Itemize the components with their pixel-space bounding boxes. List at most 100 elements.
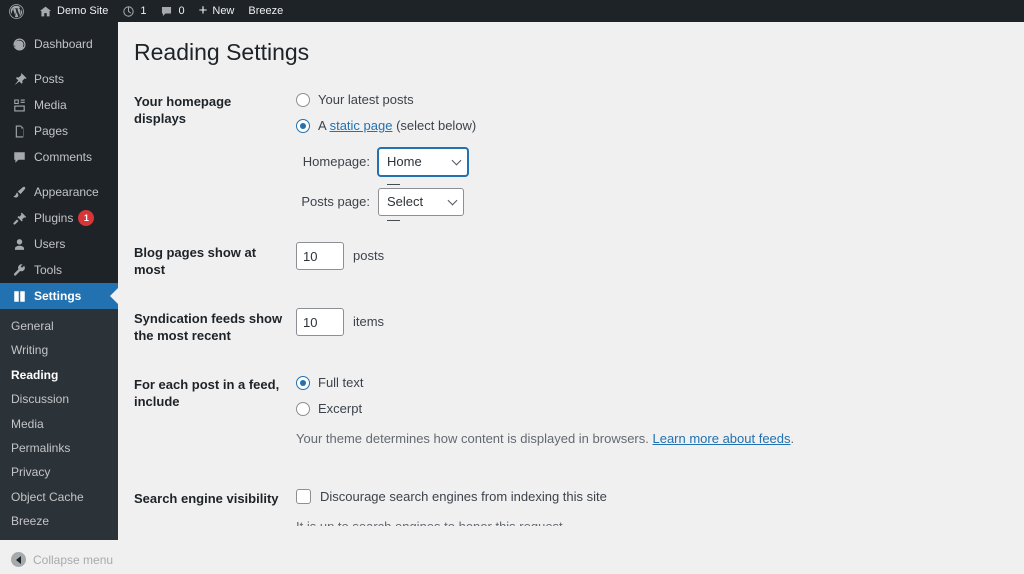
homepage-display-row: Your homepage displays Your latest posts… [134, 78, 994, 229]
homepage-select-row: Homepage: Home [300, 148, 984, 177]
sidebar-item-comments[interactable]: Comments [0, 144, 118, 170]
dashboard-icon [11, 36, 28, 53]
main-content: Reading Settings Your homepage displays … [118, 22, 1024, 526]
radio-full-text-control[interactable] [296, 376, 310, 391]
radio-excerpt-control[interactable] [296, 402, 310, 417]
submenu-item-media[interactable]: Media [0, 412, 118, 436]
radio-latest-posts-control[interactable] [296, 93, 310, 108]
radio-static-page-control[interactable] [296, 119, 310, 134]
paintbrush-icon [11, 184, 28, 201]
admin-bar-breeze[interactable]: Breeze [241, 0, 290, 22]
blog-pages-field: posts [296, 229, 994, 295]
sidebar-item-settings[interactable]: Settings [0, 283, 118, 309]
sidebar-item-plugins[interactable]: Plugins 1 [0, 205, 118, 231]
syndication-field: items [296, 295, 994, 361]
blog-pages-label: Blog pages show at most [134, 245, 257, 278]
search-visibility-label: Search engine visibility [134, 490, 279, 506]
search-visibility-row: Search engine visibility Discourage sear… [134, 475, 994, 526]
blog-pages-suffix: posts [353, 248, 385, 264]
posts-page-select-value: — Select — [387, 176, 424, 228]
discourage-search-engines-row[interactable]: Discourage search engines from indexing … [296, 488, 984, 506]
posts-page-select[interactable]: — Select — [378, 176, 464, 227]
sidebar-item-label: Tools [34, 263, 63, 277]
feed-description-end: . [790, 431, 795, 447]
homepage-select-label: Homepage: [302, 154, 370, 170]
menu-separator-1 [0, 57, 118, 66]
static-page-selectors: Homepage: Home Posts page: — Select — [296, 148, 984, 227]
submenu-item-discussion[interactable]: Discussion [0, 387, 118, 411]
pin-icon [11, 71, 28, 88]
blog-pages-input[interactable] [296, 242, 344, 271]
submenu-item-permalinks[interactable]: Permalinks [0, 436, 118, 460]
homepage-display-label: Your homepage displays [134, 94, 232, 126]
radio-full-text[interactable]: Full text [296, 374, 984, 392]
syndication-input[interactable] [296, 308, 344, 337]
admin-bar-comments[interactable]: 0 [153, 0, 191, 22]
sidebar-item-appearance[interactable]: Appearance [0, 179, 118, 205]
feed-content-label: For each post in a feed, include [134, 376, 280, 409]
syndication-row: Syndication feeds show the most recent i… [134, 295, 994, 361]
feed-content-field: Full text Excerpt Your theme determines … [296, 361, 994, 475]
sidebar-item-label: Appearance [34, 185, 99, 199]
settings-sliders-icon [11, 288, 28, 305]
sidebar-item-tools[interactable]: Tools [0, 257, 118, 283]
submenu-item-privacy[interactable]: Privacy [0, 460, 118, 484]
reading-settings-form: Your homepage displays Your latest posts… [134, 78, 994, 526]
radio-full-text-label[interactable]: Full text [318, 374, 364, 392]
feed-description-text: Your theme determines how content is dis… [296, 431, 653, 447]
wordpress-logo-icon [9, 3, 24, 19]
submenu-item-reading[interactable]: Reading [0, 363, 118, 387]
collapse-menu-label: Collapse menu [33, 552, 114, 567]
static-page-prefix: A [318, 118, 330, 134]
radio-excerpt[interactable]: Excerpt [296, 400, 984, 418]
updates-icon [122, 5, 135, 18]
sidebar-item-label: Comments [34, 150, 93, 164]
sidebar-item-posts[interactable]: Posts [0, 66, 118, 92]
syndication-label: Syndication feeds show the most recent [134, 311, 283, 344]
discourage-search-engines-checkbox[interactable] [296, 488, 311, 504]
sidebar-item-pages[interactable]: Pages [0, 118, 118, 144]
homepage-select[interactable]: Home [378, 148, 468, 177]
admin-bar-comments-count: 0 [178, 5, 185, 17]
homepage-select-value: Home [387, 154, 422, 170]
admin-bar-site-name[interactable]: Demo Site [32, 0, 115, 22]
collapse-menu-button[interactable]: Collapse menu [0, 546, 118, 574]
blog-pages-row: Blog pages show at most posts [134, 229, 994, 295]
admin-bar-new-label: New [212, 5, 235, 17]
sidebar-item-label: Pages [34, 124, 69, 138]
submenu-item-object-cache[interactable]: Object Cache [0, 485, 118, 509]
static-page-suffix: (select below) [392, 118, 477, 134]
sidebar-item-media[interactable]: Media [0, 92, 118, 118]
menu-separator-2 [0, 170, 118, 179]
sidebar-item-dashboard[interactable]: Dashboard [0, 31, 118, 57]
search-visibility-field: Discourage search engines from indexing … [296, 475, 994, 526]
reading-settings-table: Your homepage displays Your latest posts… [134, 78, 994, 526]
static-page-link[interactable]: static page [330, 118, 393, 133]
radio-latest-posts[interactable]: Your latest posts [296, 91, 984, 109]
radio-excerpt-label[interactable]: Excerpt [318, 400, 362, 418]
admin-bar-updates[interactable]: 1 [115, 0, 153, 22]
admin-sidebar: Dashboard Posts Media Pages Comments App… [0, 22, 118, 568]
page-title: Reading Settings [134, 39, 310, 65]
submenu-item-breeze[interactable]: Breeze [0, 509, 118, 533]
comment-icon [11, 149, 28, 166]
radio-static-page[interactable]: A static page (select below) [296, 117, 984, 135]
feed-content-row: For each post in a feed, include Full te… [134, 361, 994, 475]
sidebar-item-label: Settings [34, 289, 82, 303]
radio-static-page-label[interactable]: A static page (select below) [318, 117, 476, 135]
feed-content-description: Your theme determines how content is dis… [296, 429, 984, 449]
sidebar-item-label: Plugins [34, 211, 74, 225]
discourage-search-engines-label[interactable]: Discourage search engines from indexing … [320, 488, 607, 506]
user-icon [11, 236, 28, 253]
submenu-item-writing[interactable]: Writing [0, 338, 118, 362]
wordpress-logo-button[interactable] [0, 0, 32, 22]
sidebar-item-users[interactable]: Users [0, 231, 118, 257]
radio-latest-posts-label[interactable]: Your latest posts [318, 91, 414, 109]
submenu-item-general[interactable]: General [0, 314, 118, 338]
sidebar-item-label: Dashboard [34, 37, 93, 51]
admin-bar-new-content[interactable]: + New [192, 0, 242, 22]
chevron-down-icon [447, 195, 458, 206]
chevron-down-icon [451, 155, 462, 166]
sidebar-item-label: Users [34, 237, 66, 251]
learn-more-feeds-link[interactable]: Learn more about feeds [652, 431, 790, 446]
